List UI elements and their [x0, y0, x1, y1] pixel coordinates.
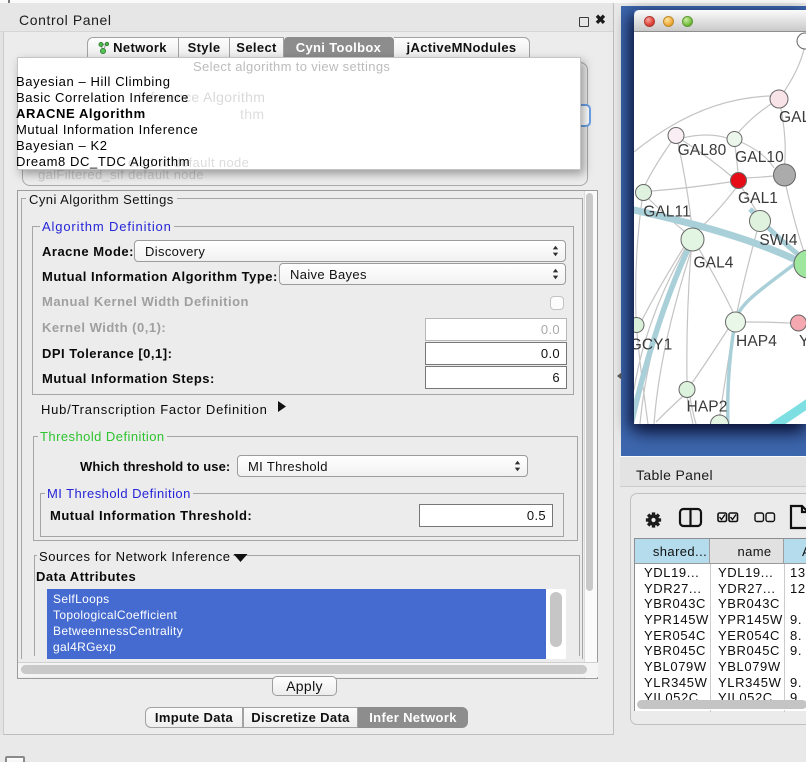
svg-text:GCY1: GCY1 — [634, 337, 672, 354]
svg-text:SWI4: SWI4 — [759, 232, 798, 249]
svg-text:HAP4: HAP4 — [736, 333, 777, 350]
svg-text:HAP2: HAP2 — [687, 399, 728, 416]
svg-text:GAL8: GAL8 — [779, 109, 806, 126]
svg-text:YJ: YJ — [799, 333, 806, 350]
svg-text:GAL4: GAL4 — [693, 255, 733, 272]
svg-text:GAL10: GAL10 — [735, 149, 784, 166]
svg-text:GAL11: GAL11 — [643, 204, 691, 221]
svg-text:GAL80: GAL80 — [678, 142, 727, 159]
svg-text:GAL1: GAL1 — [738, 190, 778, 207]
